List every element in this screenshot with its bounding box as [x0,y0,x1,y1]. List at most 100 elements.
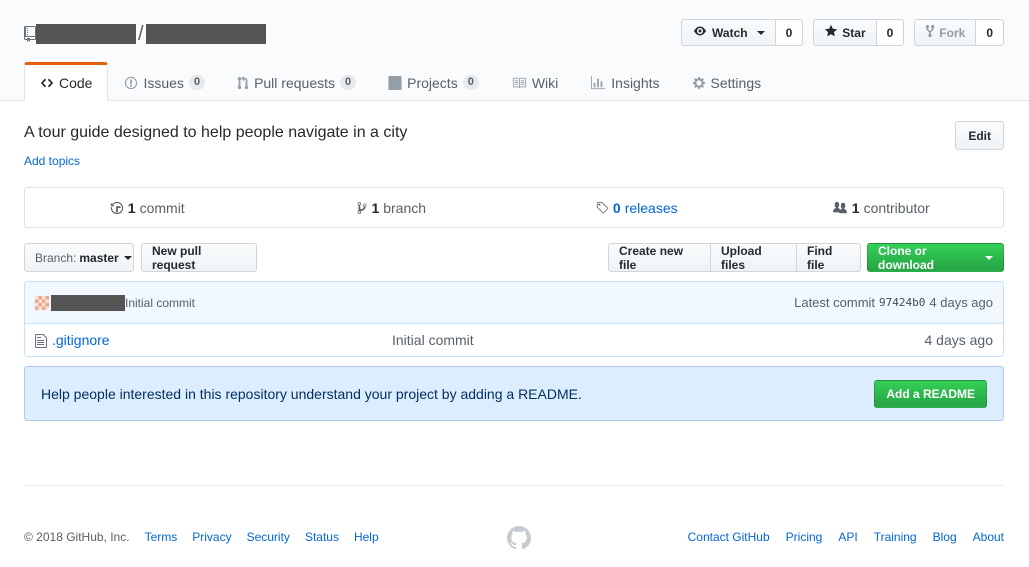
pull-requests-counter: 0 [340,74,357,91]
footer-link-api[interactable]: API [838,530,857,544]
repo-nav: Code Issues 0 Pull requests 0 Projects 0… [24,62,777,101]
star-group: Star 0 [813,19,905,46]
watch-count[interactable]: 0 [775,19,804,46]
commit-sha-link[interactable]: 97424b0 [879,296,925,309]
eye-icon [692,25,708,40]
chevron-down-icon [123,255,132,260]
branches-label: branch [383,199,427,216]
commit-tease: Initial commit Latest commit 97424b0 4 d… [24,281,1004,324]
footer-link-help[interactable]: Help [354,530,379,544]
tab-label: Pull requests [254,74,335,91]
pull-request-icon [237,75,249,90]
commits-link[interactable]: 1 commit [25,188,270,227]
upload-files-button[interactable]: Upload files [710,243,797,272]
star-button[interactable]: Star [813,19,877,46]
tab-projects[interactable]: Projects 0 [372,62,495,101]
tab-settings[interactable]: Settings [676,62,778,101]
footer-link-privacy[interactable]: Privacy [192,530,231,544]
tab-wiki[interactable]: Wiki [495,62,574,101]
chevron-down-icon [756,30,765,35]
tag-icon [595,201,609,215]
star-label: Star [842,25,866,40]
tab-pull-requests[interactable]: Pull requests 0 [221,62,372,101]
branch-prefix: Branch: [35,250,77,265]
footer: © 2018 GitHub, Inc. Terms Privacy Securi… [24,485,1004,567]
tab-label: Wiki [531,74,559,91]
releases-link[interactable]: 0 releases [514,188,759,227]
file-age: 4 days ago [924,332,994,348]
star-icon [824,24,838,41]
copyright: © 2018 GitHub, Inc. [24,530,130,544]
clone-label: Clone or download [878,243,934,272]
branch-select-button[interactable]: Branch: master [24,243,134,272]
footer-link-contact[interactable]: Contact GitHub [688,530,770,544]
tab-label: Projects [407,74,458,91]
path-separator: / [138,22,144,45]
repo-owner-link[interactable] [36,24,136,44]
code-icon [40,76,54,90]
gear-icon [692,76,706,90]
file-icon [35,333,47,349]
tab-label: Issues [143,74,184,91]
add-topics-link[interactable]: Add topics [24,154,80,168]
commit-message[interactable]: Initial commit [125,296,195,310]
footer-link-terms[interactable]: Terms [145,530,178,544]
repo-header: / Watch 0 Star 0 Fork 0 Code Issues 0 Pu… [0,0,1029,101]
repo-title: / [24,22,266,46]
issue-icon [124,76,138,90]
releases-label: releases [624,199,678,216]
footer-link-about[interactable]: About [973,530,1004,544]
readme-prompt-text: Help people interested in this repositor… [41,385,582,402]
fork-button[interactable]: Fork [914,19,977,46]
find-file-button[interactable]: Find file [796,243,861,272]
tab-insights[interactable]: Insights [574,62,675,101]
watch-label: Watch [712,25,748,40]
avatar[interactable] [35,295,49,310]
fork-label: Fork [939,25,966,40]
fork-group: Fork 0 [914,19,1004,46]
tab-label: Insights [611,74,660,91]
table-row: .gitignore Initial commit 4 days ago [25,324,1003,356]
footer-link-training[interactable]: Training [874,530,917,544]
commit-author-redacted[interactable] [51,294,125,311]
footer-link-blog[interactable]: Blog [933,530,957,544]
file-list: .gitignore Initial commit 4 days ago [24,324,1004,357]
footer-link-status[interactable]: Status [305,530,339,544]
book-icon [511,76,527,90]
contributors-count: 1 [851,199,860,216]
new-pull-request-button[interactable]: New pull request [141,243,257,272]
footer-link-security[interactable]: Security [247,530,290,544]
github-mark-icon[interactable] [507,526,531,550]
repo-description: A tour guide designed to help people nav… [24,124,408,141]
projects-counter: 0 [462,74,479,91]
edit-description-button[interactable]: Edit [955,121,1004,150]
numbers-summary: 1 commit 1 branch 0 releases 1 contribut… [24,187,1004,228]
repo-name-link[interactable] [145,24,266,44]
file-commit-message-link[interactable]: Initial commit [392,332,474,348]
tab-label: Code [59,74,93,91]
star-count[interactable]: 0 [876,19,905,46]
commits-label: commit [139,199,185,216]
add-readme-button[interactable]: Add a README [874,379,987,408]
tab-code[interactable]: Code [24,62,109,101]
pagehead-actions: Watch 0 Star 0 Fork 0 [681,19,1004,46]
graph-icon [590,75,606,90]
watch-group: Watch 0 [681,19,804,46]
branches-link[interactable]: 1 branch [270,188,515,227]
readme-prompt: Help people interested in this repositor… [24,366,1004,421]
commit-age: 4 days ago [929,295,993,310]
file-name-link[interactable]: .gitignore [52,332,110,348]
chevron-down-icon [985,255,993,260]
contributors-link[interactable]: 1 contributor [759,188,1004,227]
create-new-file-button[interactable]: Create new file [608,243,711,272]
contributors-label: contributor [863,199,930,216]
footer-right: Contact GitHub Pricing API Training Blog… [688,530,1004,544]
clone-or-download-button[interactable]: Clone or download [867,243,1004,272]
footer-link-pricing[interactable]: Pricing [786,530,823,544]
project-icon [388,75,402,90]
fork-count[interactable]: 0 [976,19,1004,46]
tab-issues[interactable]: Issues 0 [108,62,221,101]
file-navigation: Branch: master New pull request Create n… [24,243,1004,272]
watch-button[interactable]: Watch [681,19,776,46]
footer-left: © 2018 GitHub, Inc. Terms Privacy Securi… [24,530,379,544]
